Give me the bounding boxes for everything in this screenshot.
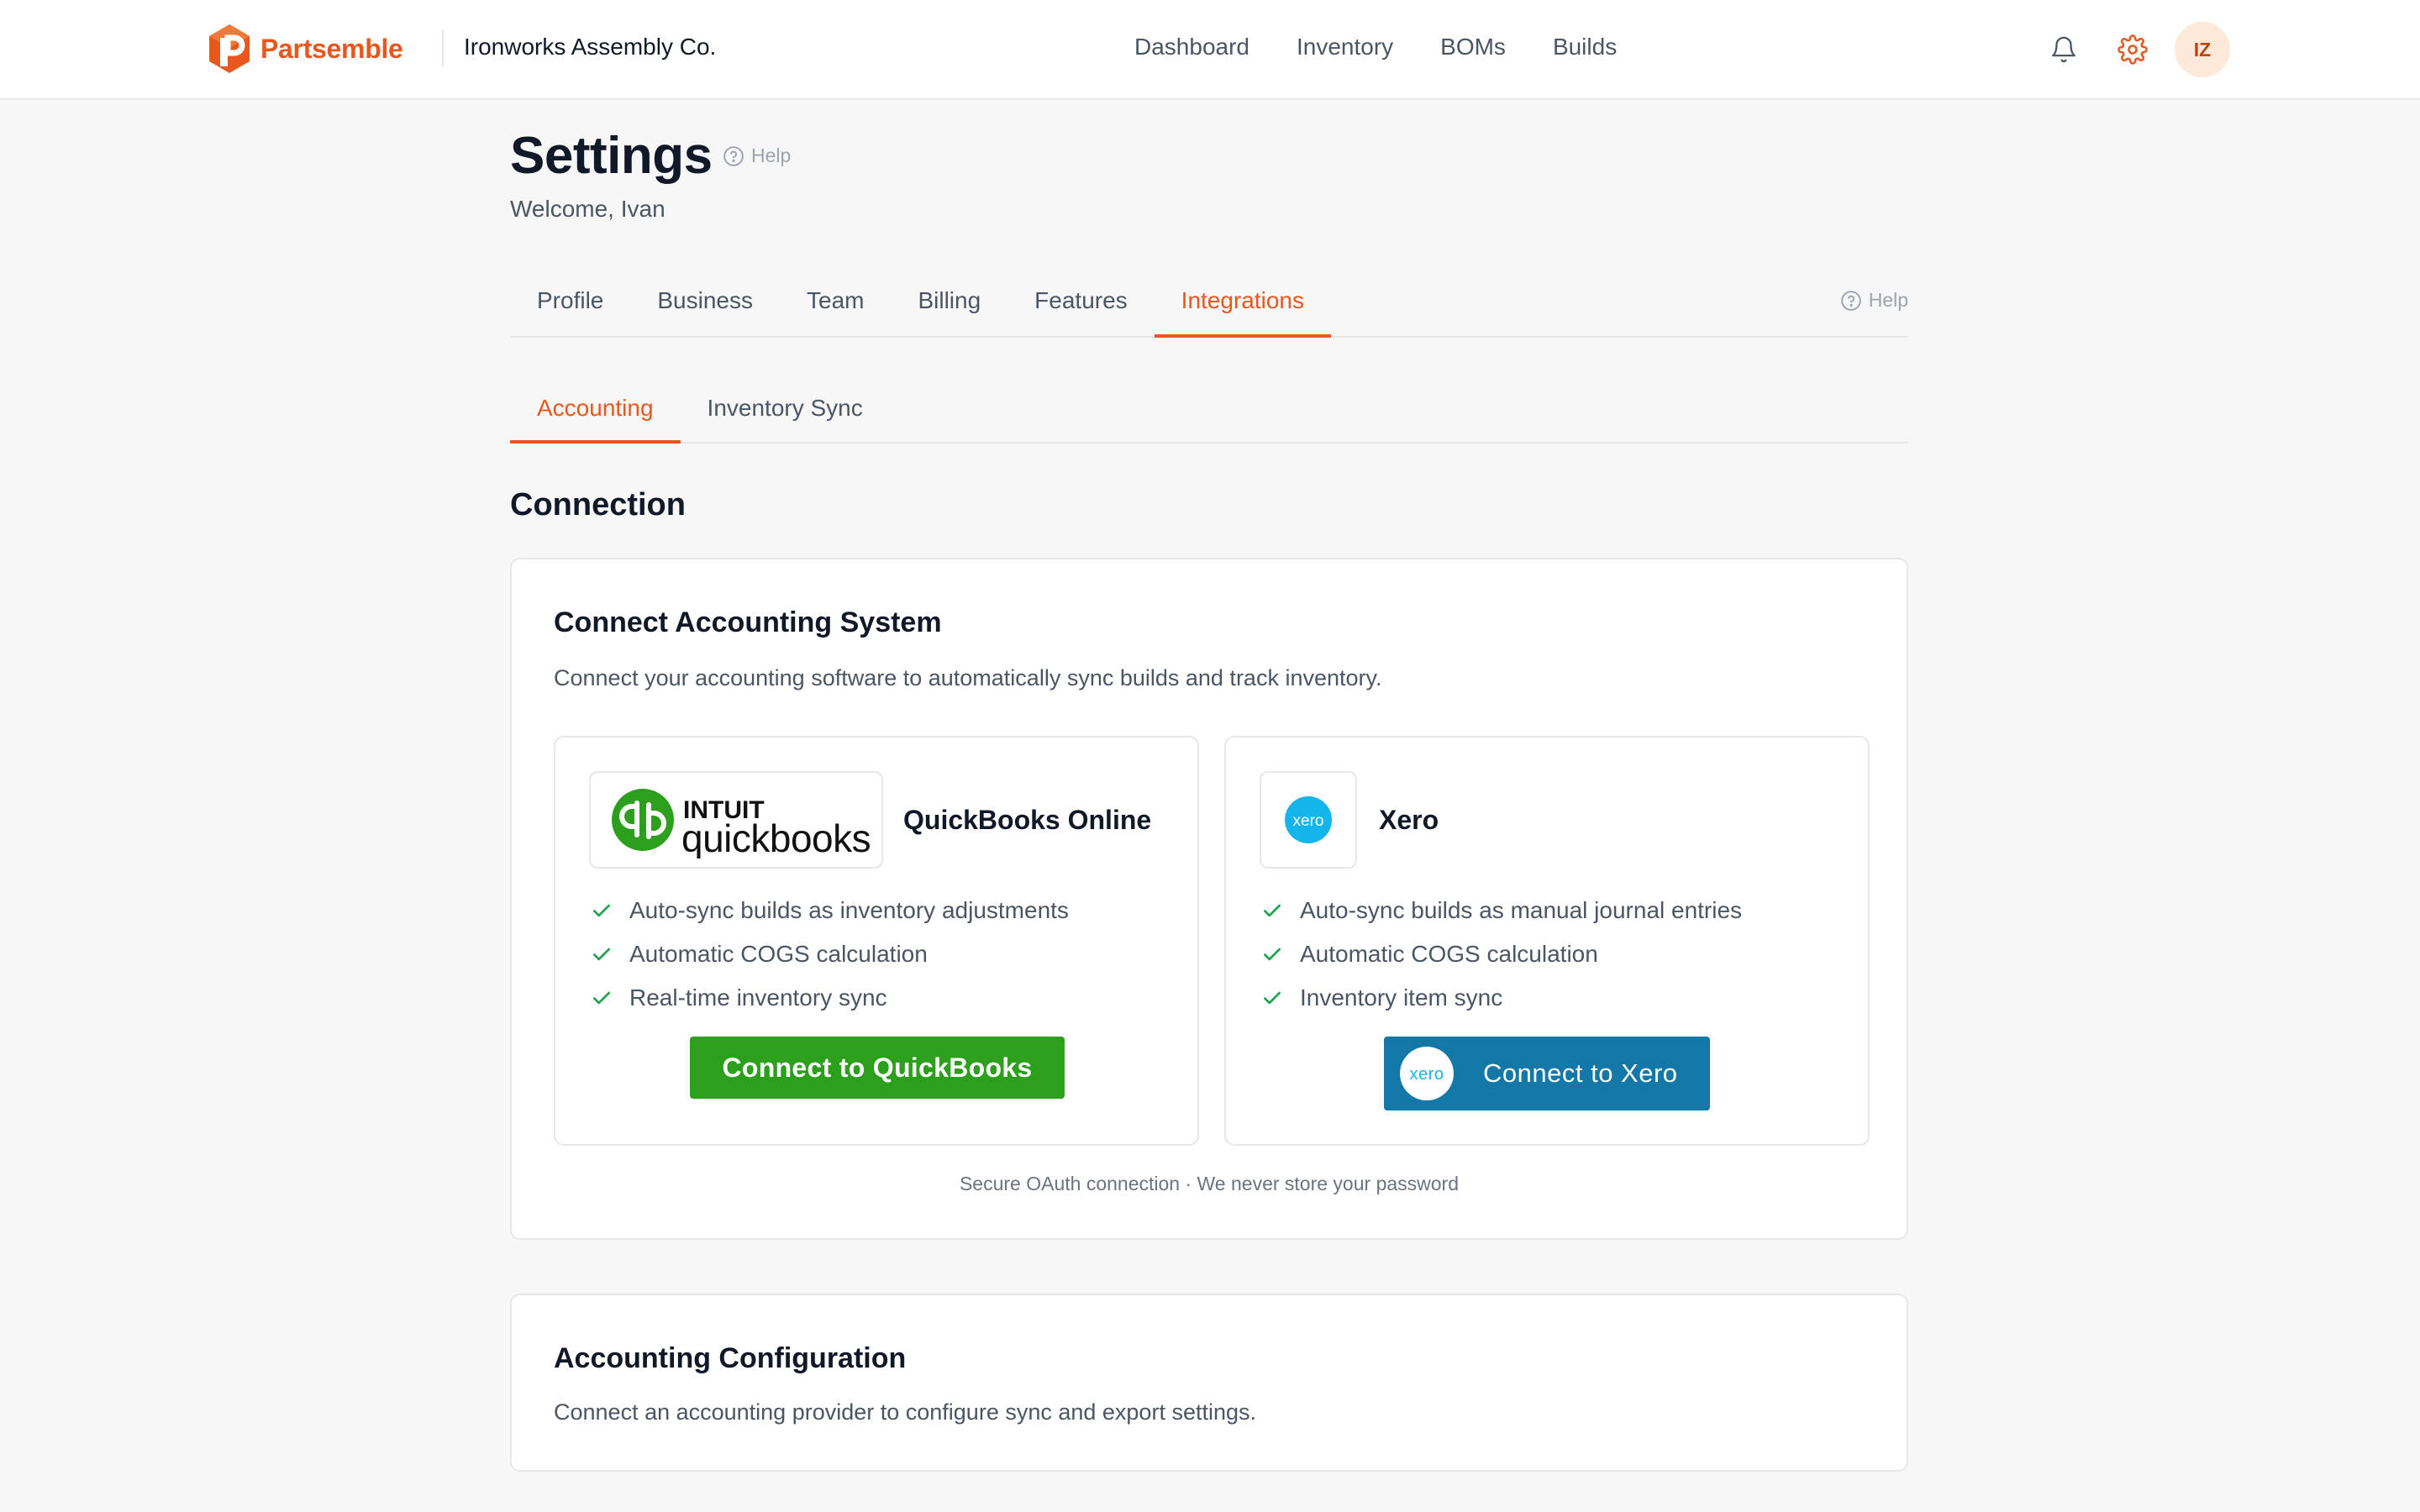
accounting-configuration-card: Accounting Configuration Connect an acco… — [510, 1294, 1908, 1472]
help-circle-icon — [1840, 290, 1861, 311]
tab-features[interactable]: Features — [1007, 267, 1155, 336]
feature-text: Auto-sync builds as manual journal entri… — [1300, 897, 1743, 923]
welcome-message: Welcome, Ivan — [510, 196, 666, 222]
quickbooks-feature-list: Auto-sync builds as inventory adjustment… — [591, 889, 1069, 1020]
header-divider — [442, 30, 444, 67]
list-item: Auto-sync builds as manual journal entri… — [1261, 889, 1742, 932]
check-icon — [593, 991, 610, 1005]
xero-badge-text: xero — [1410, 1065, 1444, 1084]
settings-tabs: Profile Business Team Billing Features I… — [510, 267, 1908, 338]
feature-text: Automatic COGS calculation — [629, 941, 928, 967]
notifications-button[interactable] — [2040, 23, 2087, 76]
quickbooks-provider-card: INTUIT quickbooks QuickBooks Online Auto… — [554, 736, 1199, 1146]
tab-team[interactable]: Team — [780, 267, 891, 336]
feature-text: Automatic COGS calculation — [1300, 941, 1598, 967]
card-description: Connect your accounting software to auto… — [554, 665, 1382, 690]
main-nav: Dashboard Inventory BOMs Builds — [1134, 34, 1664, 60]
gear-icon — [2118, 34, 2148, 65]
connect-accounting-card: Connect Accounting System Connect your a… — [510, 558, 1908, 1240]
partsemble-logo-icon — [209, 24, 250, 73]
list-item: Automatic COGS calculation — [1261, 932, 1742, 976]
tab-billing[interactable]: Billing — [891, 267, 1007, 336]
header-actions: IZ — [2040, 22, 2230, 77]
feature-text: Auto-sync builds as inventory adjustment… — [629, 897, 1069, 923]
nav-inventory[interactable]: Inventory — [1297, 34, 1393, 60]
connect-xero-label: Connect to Xero — [1483, 1058, 1678, 1088]
tab-business[interactable]: Business — [630, 267, 780, 336]
xero-logo-icon: xero — [1400, 1047, 1454, 1100]
integration-subtabs: Accounting Inventory Sync — [510, 375, 1908, 444]
company-name: Ironworks Assembly Co. — [464, 34, 717, 60]
help-label: Help — [751, 144, 792, 166]
feature-text: Real-time inventory sync — [629, 984, 887, 1011]
secure-oauth-note: Secure OAuth connection · We never store… — [959, 1173, 1460, 1194]
card-title: Accounting Configuration — [554, 1342, 907, 1374]
section-title-connection: Connection — [510, 487, 686, 522]
connect-quickbooks-button[interactable]: Connect to QuickBooks — [690, 1037, 1065, 1099]
tab-profile[interactable]: Profile — [510, 267, 630, 336]
quickbooks-logo-icon: INTUIT quickbooks — [612, 789, 871, 858]
help-circle-icon — [723, 145, 744, 166]
xero-logo-icon: xero — [1285, 796, 1332, 843]
feature-text: Inventory item sync — [1300, 984, 1503, 1011]
xero-name: Xero — [1379, 805, 1439, 835]
xero-logo-text: xero — [1293, 812, 1324, 830]
page-title: Settings — [510, 127, 713, 185]
list-item: Real-time inventory sync — [591, 976, 1069, 1020]
quickbooks-name: QuickBooks Online — [903, 805, 1152, 835]
subtab-inventory-sync[interactable]: Inventory Sync — [681, 375, 890, 442]
subtab-accounting[interactable]: Accounting — [510, 375, 681, 444]
list-item: Inventory item sync — [1261, 976, 1742, 1020]
check-icon — [1264, 991, 1281, 1005]
tab-integrations[interactable]: Integrations — [1154, 267, 1332, 338]
settings-button[interactable] — [2109, 23, 2156, 76]
title-help-link[interactable]: Help — [723, 144, 791, 167]
check-icon — [593, 948, 610, 961]
quickbooks-logo-bottom: quickbooks — [681, 816, 871, 858]
top-navigation-bar: Partsemble Ironworks Assembly Co. Dashbo… — [0, 0, 2420, 100]
nav-boms[interactable]: BOMs — [1440, 34, 1506, 60]
list-item: Auto-sync builds as inventory adjustment… — [591, 889, 1069, 932]
check-icon — [1264, 948, 1281, 961]
nav-dashboard[interactable]: Dashboard — [1134, 34, 1249, 60]
connect-xero-button[interactable]: xero Connect to Xero — [1384, 1037, 1710, 1110]
card-description: Connect an accounting provider to config… — [554, 1399, 1256, 1425]
brand-logo-link[interactable]: Partsemble — [207, 22, 403, 76]
list-item: Automatic COGS calculation — [591, 932, 1069, 976]
xero-logo: xero — [1260, 771, 1357, 869]
xero-feature-list: Auto-sync builds as manual journal entri… — [1261, 889, 1742, 1020]
help-label: Help — [1868, 289, 1908, 311]
xero-provider-card: xero Xero Auto-sync builds as manual jou… — [1224, 736, 1870, 1146]
brand-name: Partsemble — [260, 33, 403, 64]
user-avatar[interactable]: IZ — [2175, 22, 2230, 77]
quickbooks-logo: INTUIT quickbooks — [589, 771, 883, 869]
nav-builds[interactable]: Builds — [1553, 34, 1617, 60]
card-title: Connect Accounting System — [554, 606, 942, 638]
tabs-help-link[interactable]: Help — [1840, 289, 1908, 312]
check-icon — [593, 904, 610, 917]
bell-icon — [2052, 36, 2075, 63]
check-icon — [1264, 904, 1281, 917]
